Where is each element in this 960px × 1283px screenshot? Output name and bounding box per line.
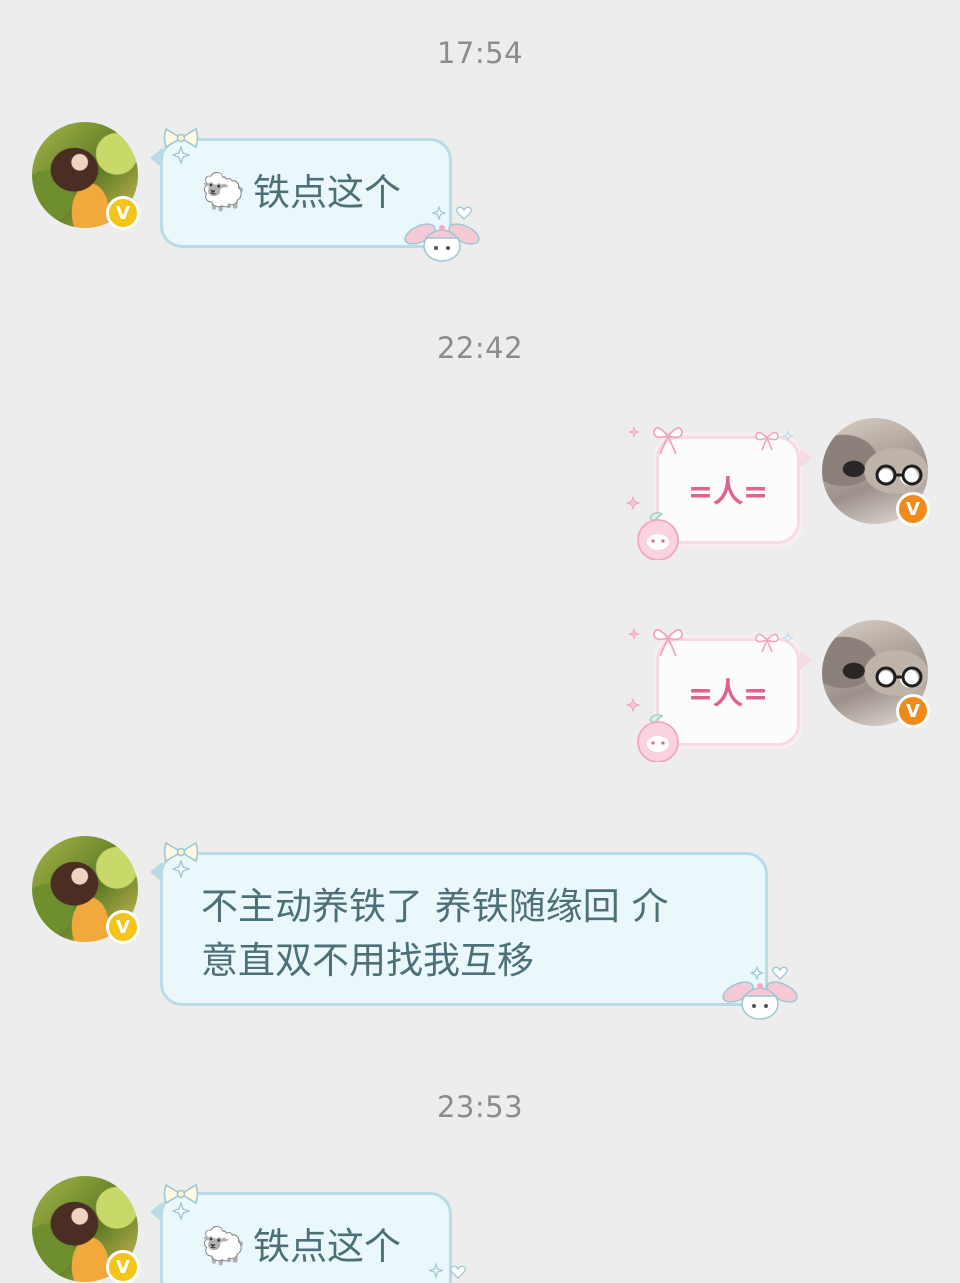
message-text: 铁点这个 — [253, 1225, 401, 1268]
message-text: 铁点这个 — [253, 171, 401, 214]
bubble-tail — [800, 448, 812, 468]
sparkle-icon — [626, 496, 640, 510]
sheep-icon: 🐑 — [201, 172, 246, 213]
glasses-icon — [875, 666, 923, 688]
sparkle-icon — [628, 426, 640, 438]
glasses-icon — [875, 464, 923, 486]
message-text-line: 不主动养铁了 养铁随缘回 介 — [201, 885, 669, 928]
avatar[interactable]: V — [822, 620, 930, 728]
sparkle-icon — [628, 628, 640, 640]
heart-icon — [456, 206, 472, 220]
avatar[interactable]: V — [32, 122, 140, 230]
bubble-tail — [800, 650, 812, 670]
timestamp: 22:42 — [436, 331, 524, 365]
chat-view: 17:54 V 🐑 铁点这个 22:42 V =人= V =人= V 不主动养铁… — [0, 0, 960, 1283]
bubble-tail — [150, 148, 162, 168]
avatar[interactable]: V — [32, 836, 140, 944]
message-text: =人= — [687, 475, 769, 510]
timestamp: 23:53 — [436, 1090, 524, 1124]
bubble-tail — [150, 862, 162, 882]
message-bubble[interactable]: =人= — [656, 436, 800, 544]
sheep-icon: 🐑 — [201, 1226, 246, 1267]
verified-badge-icon: V — [106, 1250, 140, 1283]
message-bubble[interactable]: 🐑 铁点这个 — [160, 1192, 452, 1283]
message-text: =人= — [687, 677, 769, 712]
message-text-line: 意直双不用找我互移 — [201, 939, 534, 982]
avatar[interactable]: V — [32, 1176, 140, 1283]
verified-badge-icon: V — [896, 492, 930, 526]
bubble-tail — [150, 1202, 162, 1222]
heart-icon — [772, 966, 788, 980]
verified-badge-icon: V — [106, 910, 140, 944]
message-bubble[interactable]: 🐑 铁点这个 — [160, 138, 452, 248]
verified-badge-icon: V — [896, 694, 930, 728]
sparkle-icon — [626, 698, 640, 712]
timestamp: 17:54 — [436, 36, 524, 70]
avatar[interactable]: V — [822, 418, 930, 526]
verified-badge-icon: V — [106, 196, 140, 230]
message-bubble[interactable]: 不主动养铁了 养铁随缘回 介 意直双不用找我互移 — [160, 852, 768, 1006]
message-bubble[interactable]: =人= — [656, 638, 800, 746]
